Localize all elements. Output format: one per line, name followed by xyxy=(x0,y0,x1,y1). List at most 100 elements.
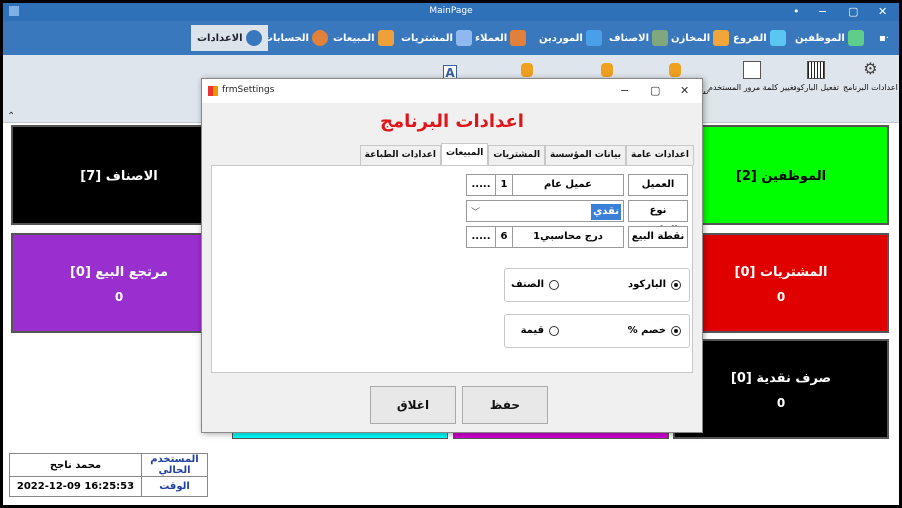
menu-customers-label: العملاء xyxy=(475,32,508,44)
database-icon[interactable] xyxy=(521,63,533,77)
gears-icon: ⚙ xyxy=(863,59,878,78)
menu-sales[interactable]: المبيعات xyxy=(333,27,394,49)
sale-point-name-field[interactable]: درج محاسبي1 xyxy=(512,226,624,248)
customer-code-field[interactable]: 1 xyxy=(496,174,512,196)
dialog-close-button[interactable]: ✕ xyxy=(680,84,689,97)
dialog-maximize-button[interactable]: ▢ xyxy=(650,84,660,97)
tile-sales-return[interactable]: مرتجع البيع [0] 0 xyxy=(11,233,227,333)
tool-activate-barcode-label: تفعيل الباركود xyxy=(793,83,840,92)
menubar: ▪· الموظفين الفروع المخازن الاصناف المور… xyxy=(3,21,899,55)
menu-customers[interactable]: العملاء xyxy=(475,27,527,49)
save-button[interactable]: حفظ xyxy=(462,386,548,424)
menu-settings[interactable]: الاعدادات xyxy=(191,25,268,51)
close-dialog-button[interactable]: اغلاق xyxy=(370,386,456,424)
menu-sales-label: المبيعات xyxy=(333,32,375,44)
customer-browse-button[interactable]: ..... xyxy=(466,174,496,196)
barcode-icon xyxy=(807,61,826,79)
discount-group: خصم % قيمة xyxy=(504,314,690,348)
dialog-titlebar: frmSettings − ▢ ✕ xyxy=(202,79,702,103)
warehouse-icon xyxy=(713,30,730,46)
menu-suppliers[interactable]: الموردين xyxy=(539,27,602,49)
chevron-down-icon: ﹀ xyxy=(471,208,481,218)
tab-purchases[interactable]: المشتريات xyxy=(488,145,546,165)
minimize-button[interactable]: − xyxy=(818,5,827,18)
search-by-group: الباركود الصنف xyxy=(504,268,690,302)
tool-activate-barcode[interactable]: تفعيل الباركود xyxy=(793,61,839,92)
tile-purchases[interactable]: المشتريات [0] 0 xyxy=(673,233,889,333)
menu-purchases[interactable]: المشتريات xyxy=(401,27,472,49)
menu-purchases-label: المشتريات xyxy=(401,32,453,44)
tile-employees-name: الموظفين [2] xyxy=(735,169,827,184)
window-titlebar: MainPage • − ▢ ✕ xyxy=(3,3,899,21)
invoice-type-value: نقدي xyxy=(591,204,621,220)
tile-sales-return-value: 0 xyxy=(114,290,124,304)
menu-accounts-label: الحسابات xyxy=(263,32,309,44)
menu-accounts[interactable]: الحسابات xyxy=(263,27,328,49)
tab-sales[interactable]: المبيعات xyxy=(440,143,489,165)
gear-icon xyxy=(245,30,262,46)
tile-employees[interactable]: الموظفين [2] xyxy=(673,125,889,225)
radio-item-dot xyxy=(549,279,559,290)
radio-discount-value-label: قيمة xyxy=(520,325,544,336)
purchases-icon xyxy=(455,30,472,46)
collapse-chevron-icon[interactable]: ⌃ xyxy=(7,111,15,122)
radio-item-label: الصنف xyxy=(510,279,544,290)
tile-items[interactable]: الاصناف [7] xyxy=(11,125,227,225)
tool-program-settings-label: اعدادات البرنامج xyxy=(843,83,898,92)
menu-employees-label: الموظفين xyxy=(795,32,845,44)
menu-items-label: الاصناف xyxy=(609,32,649,44)
menu-branches[interactable]: الفروع xyxy=(733,27,786,49)
radio-discount-value[interactable]: قيمة xyxy=(521,325,559,336)
tool-change-password[interactable]: تغيير كلمة مرور المستخدم xyxy=(708,61,796,92)
tile-purchases-value: 0 xyxy=(776,290,786,304)
tab-general[interactable]: اعدادات عامة xyxy=(626,145,694,165)
close-button[interactable]: ✕ xyxy=(878,5,887,18)
radio-discount-percent[interactable]: خصم % xyxy=(628,325,681,336)
invoice-type-select[interactable]: نقدي ﹀ xyxy=(466,200,624,222)
menu-stores[interactable]: المخازن xyxy=(671,27,730,49)
sale-point-label: نقطة البيع xyxy=(628,226,688,248)
tile-purchases-name: المشتريات [0] xyxy=(734,265,828,280)
invoice-type-label: نوع الفاتورة xyxy=(628,200,688,236)
window-extra-button[interactable]: • xyxy=(793,5,800,18)
menu-suppliers-label: الموردين xyxy=(539,32,583,44)
tab-printing[interactable]: اعدادات الطباعة xyxy=(359,145,441,165)
tool-program-settings[interactable]: ⚙ اعدادات البرنامج xyxy=(843,59,898,93)
radio-barcode-dot xyxy=(671,279,681,290)
menu-branches-label: الفروع xyxy=(733,32,767,44)
radio-barcode[interactable]: الباركود xyxy=(628,279,681,290)
menubar-overflow-icon[interactable]: ▪· xyxy=(879,33,889,44)
radio-discount-percent-label: خصم % xyxy=(627,325,666,336)
menu-employees[interactable]: الموظفين xyxy=(795,27,864,49)
dialog-app-icon xyxy=(208,86,218,96)
window-title: MainPage xyxy=(429,6,473,16)
tile-items-name: الاصناف [7] xyxy=(80,169,158,184)
tool-change-password-label: تغيير كلمة مرور المستخدم xyxy=(708,83,796,92)
menu-items[interactable]: الاصناف xyxy=(609,27,668,49)
items-icon xyxy=(652,30,668,46)
menu-settings-label: الاعدادات xyxy=(197,32,243,44)
status-table: محمد ناجح المستخدم الحالي 2022-12-09 16:… xyxy=(9,453,208,497)
database-icon[interactable] xyxy=(601,63,613,77)
sales-icon xyxy=(377,30,394,46)
main-window: MainPage • − ▢ ✕ ▪· الموظفين الفروع المخ… xyxy=(3,3,899,505)
home-icon xyxy=(769,30,786,46)
sales-tab-panel: العميل عميل عام 1 ..... نوع الفاتورة نقد… xyxy=(211,165,693,373)
sale-point-code-field[interactable]: 6 xyxy=(496,226,512,248)
password-card-icon xyxy=(742,61,761,79)
time-label: الوقت xyxy=(141,476,208,497)
maximize-button[interactable]: ▢ xyxy=(848,5,858,18)
radio-item[interactable]: الصنف xyxy=(511,279,559,290)
tile-cash-expense-value: 0 xyxy=(776,396,786,410)
customer-name-field[interactable]: عميل عام xyxy=(512,174,624,196)
tab-company[interactable]: بيانات المؤسسة xyxy=(545,145,627,165)
dialog-title: frmSettings xyxy=(222,85,275,95)
settings-dialog: frmSettings − ▢ ✕ اعدادات البرنامج اعداد… xyxy=(201,78,703,433)
sale-point-browse-button[interactable]: ..... xyxy=(466,226,496,248)
dialog-minimize-button[interactable]: − xyxy=(620,84,629,97)
database-icon[interactable] xyxy=(669,63,681,77)
radio-barcode-label: الباركود xyxy=(628,279,666,290)
menu-stores-label: المخازن xyxy=(671,32,711,44)
tile-cash-expense[interactable]: صرف نقدية [0] 0 xyxy=(673,339,889,439)
time-value: 2022-12-09 16:25:53 xyxy=(9,476,142,497)
